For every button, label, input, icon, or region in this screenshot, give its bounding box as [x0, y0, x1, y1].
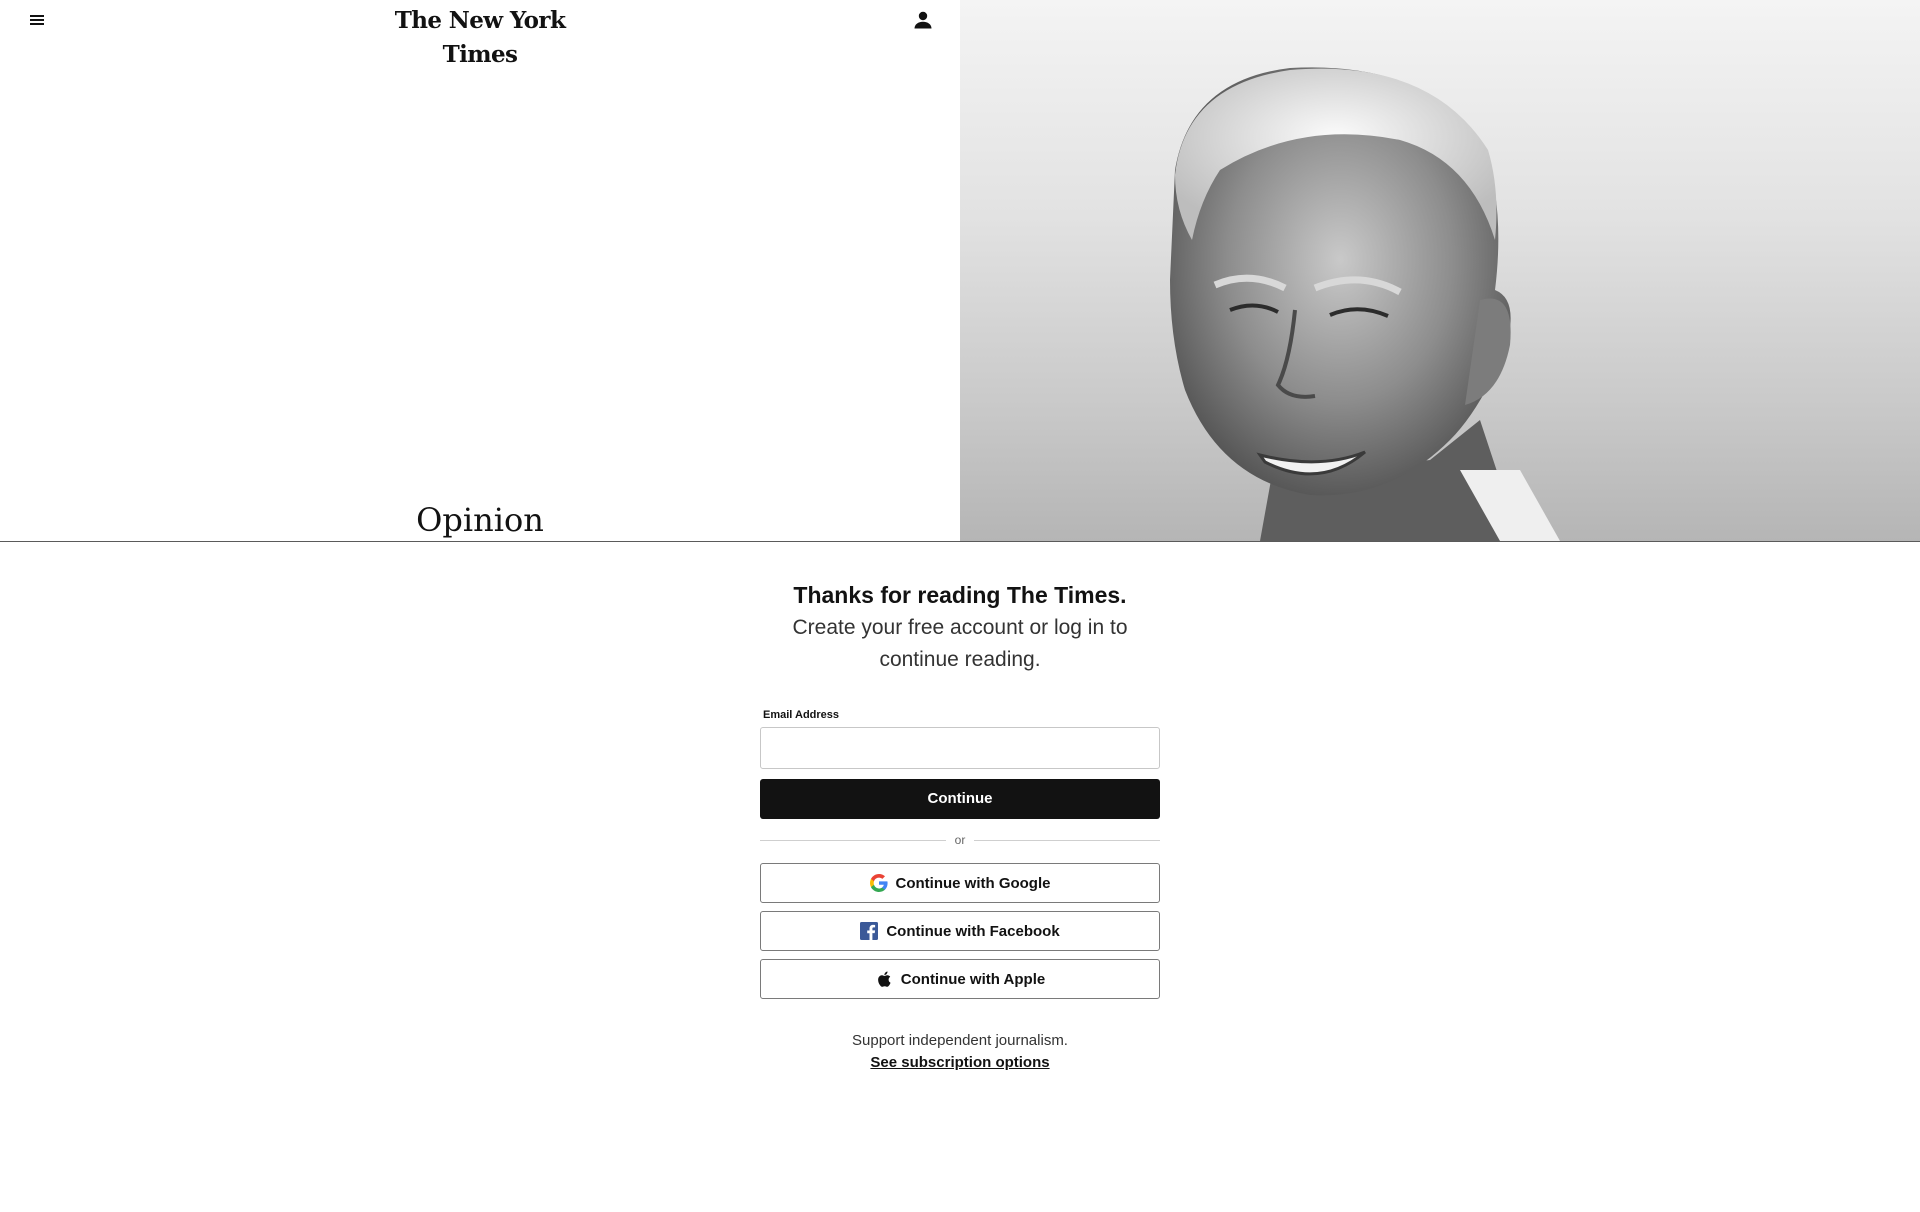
- nyt-logo[interactable]: The New York Times: [360, 4, 600, 68]
- person-icon[interactable]: [911, 8, 935, 32]
- or-divider: or: [760, 833, 1160, 847]
- apple-icon: [875, 970, 893, 988]
- continue-with-facebook-button[interactable]: Continue with Facebook: [760, 911, 1160, 951]
- hamburger-menu-icon[interactable]: [26, 10, 48, 30]
- apple-button-label: Continue with Apple: [900, 970, 1046, 988]
- login-panel: Thanks for reading The Times. Create you…: [760, 578, 1160, 1071]
- google-button-label: Continue with Google: [895, 874, 1051, 892]
- login-subhead-line2: continue reading.: [879, 648, 1041, 671]
- continue-with-apple-button[interactable]: Continue with Apple: [760, 959, 1160, 999]
- email-label: Email Address: [763, 709, 840, 721]
- header-left-pane: The New York Times Opinion: [0, 0, 960, 541]
- login-subhead-line1: Create your free account or log in to: [792, 616, 1128, 639]
- hero-image: [960, 0, 1920, 541]
- email-field[interactable]: [760, 727, 1160, 769]
- facebook-button-label: Continue with Facebook: [886, 922, 1060, 940]
- support-text: Support independent journalism.: [852, 1032, 1068, 1049]
- continue-with-google-button[interactable]: Continue with Google: [760, 863, 1160, 903]
- google-icon: [869, 874, 888, 892]
- continue-button[interactable]: Continue: [760, 779, 1160, 819]
- section-title: Opinion: [416, 501, 544, 539]
- portrait-photo: [1170, 67, 1560, 541]
- login-headline: Thanks for reading The Times.: [793, 582, 1127, 608]
- subscription-options-link[interactable]: See subscription options: [760, 1053, 1160, 1073]
- facebook-icon: [860, 922, 879, 940]
- article-header: The New York Times Opinion: [0, 0, 1920, 542]
